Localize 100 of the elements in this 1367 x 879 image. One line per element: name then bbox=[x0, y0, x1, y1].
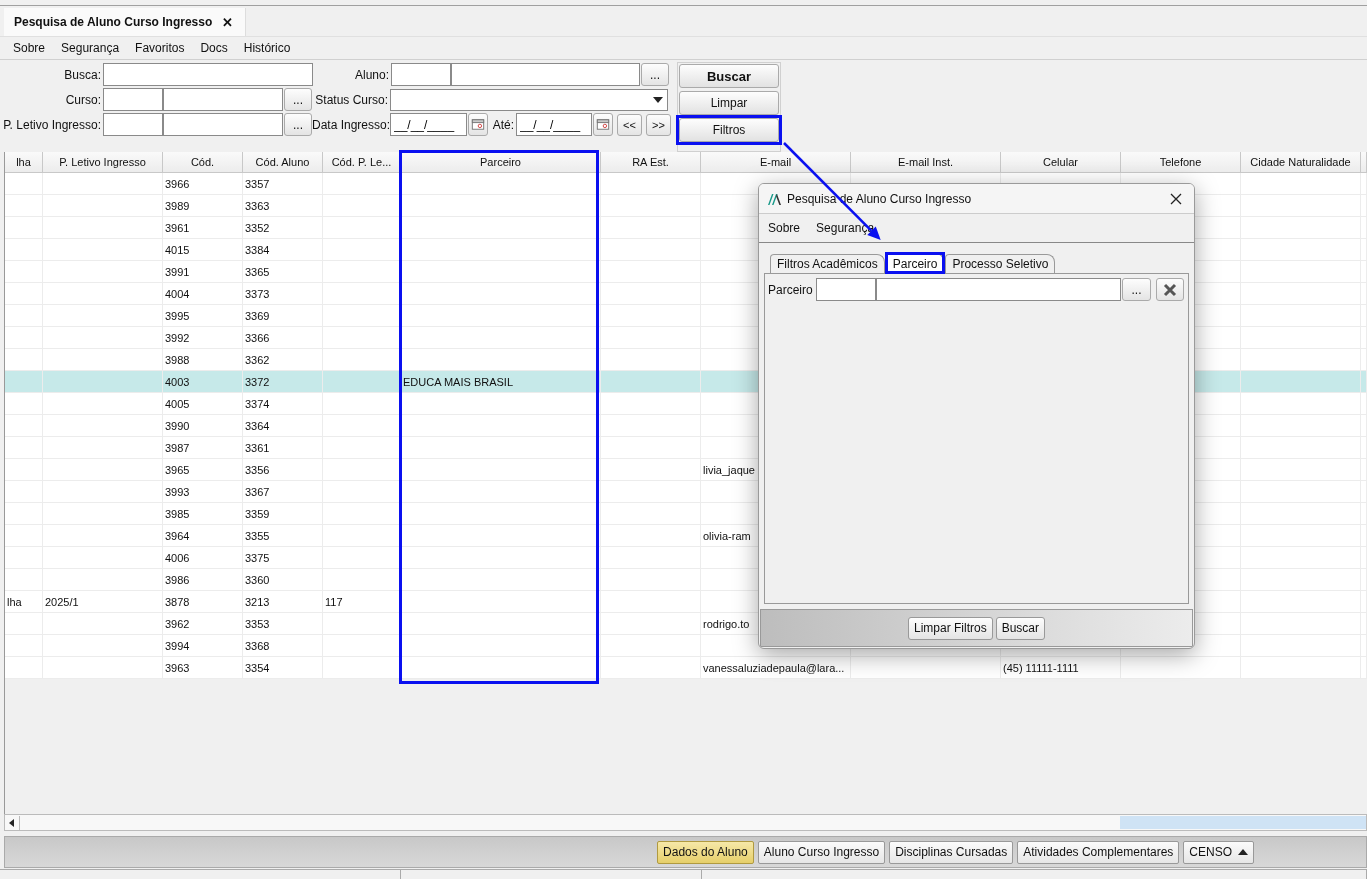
input-field[interactable] bbox=[451, 63, 640, 86]
column-header[interactable]: Cód. Aluno bbox=[243, 152, 323, 173]
tab[interactable]: Pesquisa de Aluno Curso Ingresso ✕ bbox=[4, 8, 247, 36]
table-cell: 3963 bbox=[163, 657, 243, 679]
table-cell: 3368 bbox=[243, 635, 323, 657]
column-header[interactable]: Cód. P. Le... bbox=[323, 152, 401, 173]
table-cell: 3354 bbox=[243, 657, 323, 679]
browse-button[interactable]: ... bbox=[284, 113, 312, 136]
table-cell: 3964 bbox=[163, 525, 243, 547]
clear-button[interactable] bbox=[1156, 278, 1184, 301]
caret-icon bbox=[1238, 849, 1248, 855]
table-cell: 3966 bbox=[163, 173, 243, 195]
table-cell: 3362 bbox=[243, 349, 323, 371]
table-cell: 3962 bbox=[163, 613, 243, 635]
table-cell: 3988 bbox=[163, 349, 243, 371]
column-header[interactable]: E-mail bbox=[701, 152, 851, 173]
table-cell: 3375 bbox=[243, 547, 323, 569]
column-header[interactable]: E-mail Inst. bbox=[851, 152, 1001, 173]
table-cell: 3994 bbox=[163, 635, 243, 657]
input-field[interactable] bbox=[103, 88, 163, 111]
calendar-button[interactable] bbox=[468, 113, 488, 136]
browse-button[interactable]: ... bbox=[1122, 278, 1151, 301]
column-header[interactable]: Telefone bbox=[1121, 152, 1241, 173]
input-field[interactable] bbox=[163, 113, 283, 136]
table-cell: 3365 bbox=[243, 261, 323, 283]
table-cell: 3357 bbox=[243, 173, 323, 195]
tab[interactable]: Filtros Acadêmicos bbox=[770, 254, 885, 273]
table-cell: (45) 11111-1111 bbox=[1001, 657, 1121, 679]
menu-item[interactable]: Favoritos bbox=[135, 41, 185, 55]
table-cell: 3965 bbox=[163, 459, 243, 481]
table-cell: 3995 bbox=[163, 305, 243, 327]
input-field[interactable]: __/__/____ bbox=[390, 113, 467, 136]
table-cell: 3359 bbox=[243, 503, 323, 525]
toolbar-button[interactable]: CENSO bbox=[1183, 840, 1254, 864]
field-label: Aluno: bbox=[353, 67, 390, 82]
input-field[interactable] bbox=[163, 88, 283, 111]
tab[interactable]: Processo Seletivo bbox=[945, 254, 1056, 273]
table-cell: 4015 bbox=[163, 239, 243, 261]
input-field[interactable] bbox=[103, 63, 313, 86]
input-field[interactable] bbox=[103, 113, 163, 136]
field-label: Parceiro bbox=[768, 282, 814, 297]
toolbar-button[interactable]: Aluno Curso Ingresso bbox=[757, 840, 886, 864]
menu-item[interactable]: Segurança bbox=[61, 41, 120, 55]
close-icon bbox=[1170, 192, 1182, 205]
menu-item[interactable]: Sobre bbox=[13, 41, 46, 55]
field-label: Data Ingresso: bbox=[312, 117, 390, 132]
toolbar-button[interactable]: Dados do Aluno bbox=[657, 840, 754, 864]
menu-item[interactable]: Histórico bbox=[243, 41, 291, 55]
table-cell: 3384 bbox=[243, 239, 323, 261]
column-header[interactable]: Cidade Naturalidade bbox=[1241, 152, 1361, 173]
table-cell: 3373 bbox=[243, 283, 323, 305]
menu-item[interactable]: Sobre bbox=[768, 221, 801, 235]
table-cell: 4004 bbox=[163, 283, 243, 305]
browse-button[interactable]: ... bbox=[284, 88, 312, 111]
table-cell: 3878 bbox=[163, 591, 243, 613]
column-header[interactable]: Celular bbox=[1001, 152, 1121, 173]
column-header[interactable]: RA Est. bbox=[601, 152, 701, 173]
table-cell: 3990 bbox=[163, 415, 243, 437]
previous-button[interactable]: << bbox=[617, 113, 642, 136]
table-row[interactable]: 3963 3354 vanessaluziadepaula@lara... (45) 11111-1111 bbox=[5, 657, 1367, 679]
table-cell: 3992 bbox=[163, 327, 243, 349]
input-field[interactable] bbox=[876, 278, 1121, 301]
table-cell: 3986 bbox=[163, 569, 243, 591]
table-cell: 3364 bbox=[243, 415, 323, 437]
table-cell: 3366 bbox=[243, 327, 323, 349]
column-header[interactable]: P. Letivo Ingresso bbox=[43, 152, 163, 173]
action-button[interactable]: Limpar bbox=[679, 91, 779, 115]
table-cell: 3360 bbox=[243, 569, 323, 591]
table-cell: 4006 bbox=[163, 547, 243, 569]
close-icon bbox=[1163, 282, 1177, 297]
action-button[interactable]: Filtros bbox=[679, 118, 779, 142]
calendar-button[interactable] bbox=[593, 113, 613, 136]
browse-button[interactable]: ... bbox=[641, 63, 669, 86]
action-button[interactable]: Buscar bbox=[679, 64, 779, 88]
column-header[interactable]: Cód. bbox=[163, 152, 243, 173]
toolbar-button[interactable]: Atividades Complementares bbox=[1017, 840, 1180, 864]
footer-button[interactable]: Buscar bbox=[995, 616, 1045, 640]
next-button[interactable]: >> bbox=[646, 113, 671, 136]
input-field[interactable] bbox=[816, 278, 876, 301]
column-header[interactable]: lha bbox=[5, 152, 43, 173]
caret-icon bbox=[653, 96, 663, 103]
table-cell: 3985 bbox=[163, 503, 243, 525]
close-button[interactable]: ✕ bbox=[222, 14, 234, 30]
scrollbar[interactable] bbox=[4, 814, 1367, 831]
table-cell: 3361 bbox=[243, 437, 323, 459]
table-cell: 3993 bbox=[163, 481, 243, 503]
input-field[interactable]: __/__/____ bbox=[516, 113, 592, 136]
table-cell: 3991 bbox=[163, 261, 243, 283]
footer-button[interactable]: Limpar Filtros bbox=[907, 616, 993, 640]
table-cell: 3352 bbox=[243, 217, 323, 239]
field-label: P. Letivo Ingresso: bbox=[2, 117, 102, 132]
input-field[interactable] bbox=[391, 63, 451, 86]
menu-item[interactable]: Docs bbox=[200, 41, 228, 55]
table-cell: 4005 bbox=[163, 393, 243, 415]
field-label: Até: bbox=[491, 117, 515, 132]
table-cell: lha bbox=[5, 591, 43, 613]
table-cell: 3989 bbox=[163, 195, 243, 217]
toolbar-button[interactable]: Disciplinas Cursadas bbox=[889, 840, 1014, 864]
table-cell: 3369 bbox=[243, 305, 323, 327]
dropdown[interactable] bbox=[390, 88, 668, 111]
